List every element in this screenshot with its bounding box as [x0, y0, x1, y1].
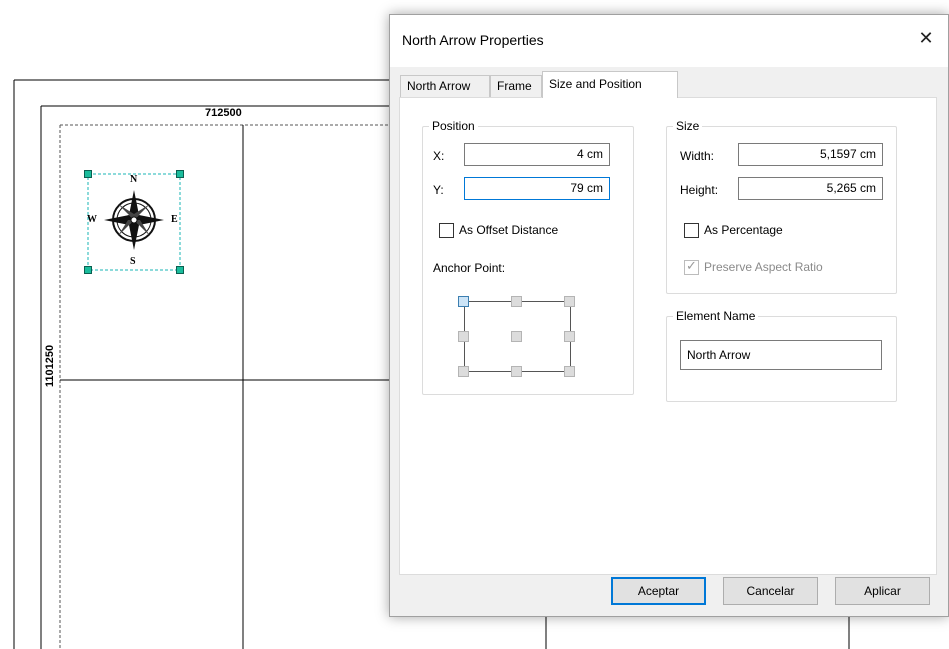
position-group-label: Position: [432, 119, 475, 133]
anchor-point-grid: [454, 292, 584, 382]
anchor-point-label: Anchor Point:: [433, 261, 506, 275]
height-input[interactable]: 5,265 cm: [738, 177, 883, 200]
width-label: Width:: [680, 149, 715, 163]
anchor-bottom-left[interactable]: [458, 366, 469, 377]
element-name-group-label: Element Name: [676, 309, 756, 323]
tab-page-size-and-position: Position X: 4 cm Y: 79 cm As Offset Dist…: [399, 97, 937, 575]
anchor-top-left[interactable]: [458, 296, 469, 307]
preserve-aspect-ratio-checkbox[interactable]: [684, 258, 699, 275]
cancel-button[interactable]: Cancelar: [723, 577, 818, 605]
resize-handle-top-right[interactable]: [176, 170, 184, 178]
x-position-input[interactable]: 4 cm: [464, 143, 610, 166]
anchor-top-center[interactable]: [511, 296, 522, 307]
anchor-middle-right[interactable]: [564, 331, 575, 342]
preserve-aspect-ratio-label: Preserve Aspect Ratio: [704, 260, 823, 274]
as-offset-distance-checkbox[interactable]: [439, 223, 454, 238]
north-arrow-properties-dialog: North Arrow Properties ✕ North Arrow Fra…: [389, 14, 949, 617]
as-offset-distance-label: As Offset Distance: [459, 223, 559, 237]
y-label: Y:: [433, 183, 444, 197]
compass-s-label: S: [130, 256, 136, 267]
compass-w-label: W: [87, 214, 97, 225]
dialog-title: North Arrow Properties: [402, 32, 544, 48]
as-percentage-checkbox[interactable]: [684, 223, 699, 238]
size-group-label: Size: [676, 119, 700, 133]
anchor-top-right[interactable]: [564, 296, 575, 307]
x-label: X:: [433, 149, 445, 163]
apply-button[interactable]: Aplicar: [835, 577, 930, 605]
height-label: Height:: [680, 183, 719, 197]
anchor-bottom-right[interactable]: [564, 366, 575, 377]
dialog-titlebar[interactable]: North Arrow Properties ✕: [390, 15, 948, 67]
tab-north-arrow[interactable]: North Arrow: [400, 75, 490, 97]
anchor-middle-left[interactable]: [458, 331, 469, 342]
ok-button[interactable]: Aceptar: [611, 577, 706, 605]
compass-n-label: N: [130, 174, 138, 185]
anchor-center[interactable]: [511, 331, 522, 342]
resize-handle-bottom-left[interactable]: [84, 266, 92, 274]
resize-handle-bottom-right[interactable]: [176, 266, 184, 274]
tab-frame[interactable]: Frame: [490, 75, 542, 97]
resize-handle-top-left[interactable]: [84, 170, 92, 178]
tab-size-and-position[interactable]: Size and Position: [542, 71, 678, 98]
compass-e-label: E: [171, 214, 178, 225]
grid-coordinate-side: 1101250: [44, 344, 56, 388]
grid-coordinate-top: 712500: [205, 107, 242, 119]
y-position-input[interactable]: 79 cm: [464, 177, 610, 200]
north-arrow-element[interactable]: N S E W: [87, 174, 180, 270]
width-input[interactable]: 5,1597 cm: [738, 143, 883, 166]
anchor-bottom-center[interactable]: [511, 366, 522, 377]
element-name-input[interactable]: North Arrow: [680, 340, 882, 370]
as-percentage-label: As Percentage: [704, 223, 783, 237]
close-icon[interactable]: ✕: [904, 23, 948, 53]
